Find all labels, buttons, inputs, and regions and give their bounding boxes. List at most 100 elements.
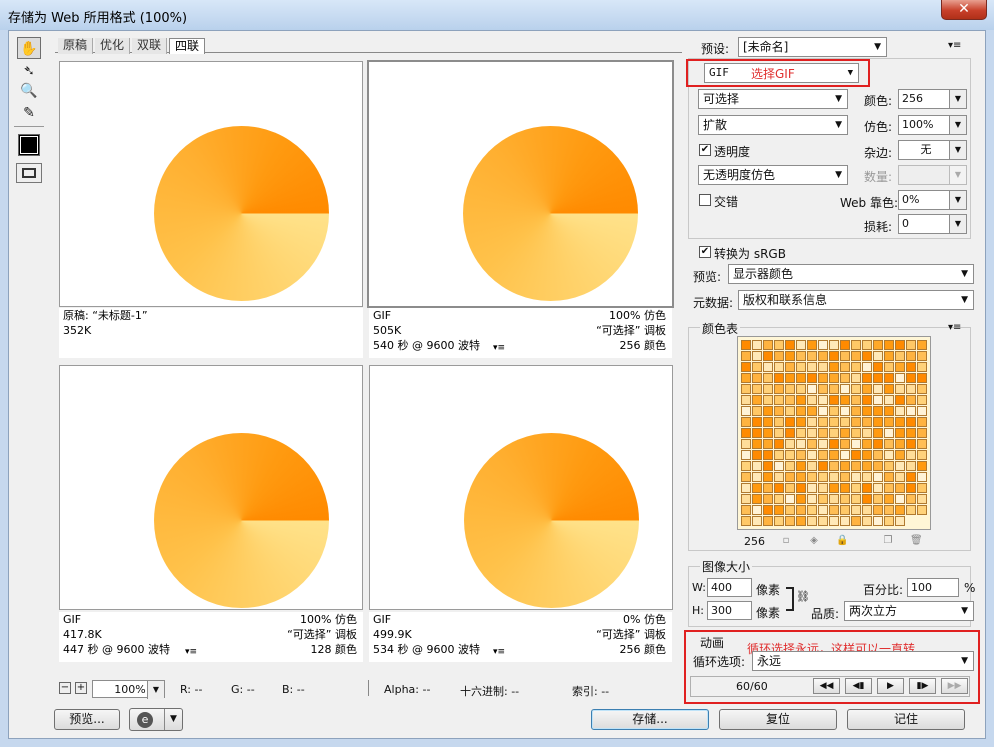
eyedropper-tool-icon[interactable]: ✎ (17, 102, 41, 124)
color-swatch[interactable] (884, 351, 894, 361)
color-swatch[interactable] (862, 428, 872, 438)
color-swatch[interactable] (873, 362, 883, 372)
color-swatch[interactable] (741, 472, 751, 482)
color-swatch[interactable] (785, 373, 795, 383)
color-swatch[interactable] (851, 362, 861, 372)
transparency-dither-select[interactable]: 无透明度仿色 ▼ (698, 165, 848, 185)
color-swatch[interactable] (873, 461, 883, 471)
color-swatch[interactable] (895, 439, 905, 449)
color-swatch[interactable] (840, 483, 850, 493)
color-swatch[interactable] (796, 483, 806, 493)
color-swatch[interactable] (752, 450, 762, 460)
color-swatch[interactable] (884, 362, 894, 372)
color-swatch[interactable] (796, 351, 806, 361)
color-swatch[interactable] (818, 450, 828, 460)
color-swatch[interactable] (774, 439, 784, 449)
color-swatch[interactable] (807, 472, 817, 482)
color-swatch[interactable] (785, 439, 795, 449)
color-swatch[interactable] (741, 406, 751, 416)
color-swatch[interactable] (818, 362, 828, 372)
color-swatch[interactable] (807, 362, 817, 372)
color-swatch[interactable] (917, 362, 927, 372)
color-swatch[interactable] (851, 505, 861, 515)
color-swatch[interactable] (906, 340, 916, 350)
color-swatch[interactable] (873, 450, 883, 460)
tab-optimized[interactable]: 优化 (95, 38, 131, 54)
color-swatch[interactable] (807, 461, 817, 471)
color-swatch[interactable] (774, 406, 784, 416)
color-swatch[interactable] (818, 439, 828, 449)
color-swatch[interactable] (752, 384, 762, 394)
color-swatch[interactable] (895, 516, 905, 526)
color-swatch[interactable] (862, 395, 872, 405)
color-swatch[interactable] (840, 406, 850, 416)
map-color-icon[interactable]: ▫ (780, 535, 792, 547)
color-swatch[interactable] (741, 417, 751, 427)
color-swatch[interactable] (873, 384, 883, 394)
zoom-tool-icon[interactable]: 🔍 (17, 80, 41, 102)
color-swatch[interactable] (741, 428, 751, 438)
color-swatch[interactable] (840, 505, 850, 515)
color-swatch[interactable] (752, 340, 762, 350)
save-button[interactable]: 存储... (591, 709, 709, 730)
color-swatch[interactable] (917, 351, 927, 361)
color-swatch[interactable] (796, 450, 806, 460)
color-swatch[interactable] (895, 417, 905, 427)
color-swatch[interactable] (906, 362, 916, 372)
color-swatch[interactable] (774, 494, 784, 504)
quality-select[interactable]: 两次立方 ▼ (844, 601, 974, 621)
color-swatch[interactable] (796, 516, 806, 526)
lock-color-icon[interactable]: 🔒 (836, 535, 848, 547)
color-swatch[interactable] (862, 362, 872, 372)
color-swatch[interactable] (917, 472, 927, 482)
toggle-slices-visibility-icon[interactable] (16, 163, 42, 183)
color-swatch[interactable] (774, 362, 784, 372)
color-swatch[interactable] (752, 461, 762, 471)
color-swatch[interactable] (829, 406, 839, 416)
pane-menu-icon[interactable]: ▾≡ (185, 645, 197, 659)
color-swatch[interactable] (895, 362, 905, 372)
color-swatch[interactable] (741, 516, 751, 526)
color-swatch[interactable] (884, 417, 894, 427)
color-swatch[interactable] (774, 428, 784, 438)
color-swatch[interactable] (840, 428, 850, 438)
color-swatch[interactable] (829, 417, 839, 427)
color-swatch[interactable] (818, 516, 828, 526)
preview-mode-select[interactable]: 显示器颜色 ▼ (728, 264, 974, 284)
color-swatch[interactable] (840, 384, 850, 394)
color-swatch[interactable] (851, 395, 861, 405)
color-swatch[interactable] (906, 461, 916, 471)
color-swatch[interactable] (785, 351, 795, 361)
color-swatch[interactable] (785, 406, 795, 416)
colors-combo[interactable]: 256 ▼ (898, 89, 967, 109)
color-swatch[interactable] (917, 505, 927, 515)
color-swatch[interactable] (741, 373, 751, 383)
color-swatch[interactable] (807, 505, 817, 515)
color-swatch[interactable] (873, 516, 883, 526)
color-swatch[interactable] (752, 373, 762, 383)
color-swatch[interactable] (917, 406, 927, 416)
color-swatch[interactable] (818, 483, 828, 493)
color-swatch[interactable] (840, 450, 850, 460)
color-swatch[interactable] (840, 362, 850, 372)
color-swatch[interactable] (741, 494, 751, 504)
color-swatch[interactable] (796, 384, 806, 394)
color-swatch[interactable] (917, 340, 927, 350)
color-swatch[interactable] (873, 494, 883, 504)
color-swatch[interactable] (829, 516, 839, 526)
percent-input[interactable]: 100 (907, 578, 959, 597)
convert-srgb-checkbox[interactable]: ✔ (699, 246, 711, 258)
color-swatch[interactable] (785, 384, 795, 394)
color-swatch[interactable] (774, 483, 784, 493)
color-swatch[interactable] (895, 461, 905, 471)
color-swatch[interactable] (873, 472, 883, 482)
color-swatch[interactable] (807, 450, 817, 460)
color-swatch[interactable] (818, 494, 828, 504)
color-swatch[interactable] (763, 483, 773, 493)
color-swatch[interactable] (884, 461, 894, 471)
color-swatch[interactable] (818, 384, 828, 394)
color-swatch[interactable] (851, 516, 861, 526)
color-swatch[interactable] (862, 472, 872, 482)
color-swatch[interactable] (829, 362, 839, 372)
color-swatch[interactable] (906, 483, 916, 493)
